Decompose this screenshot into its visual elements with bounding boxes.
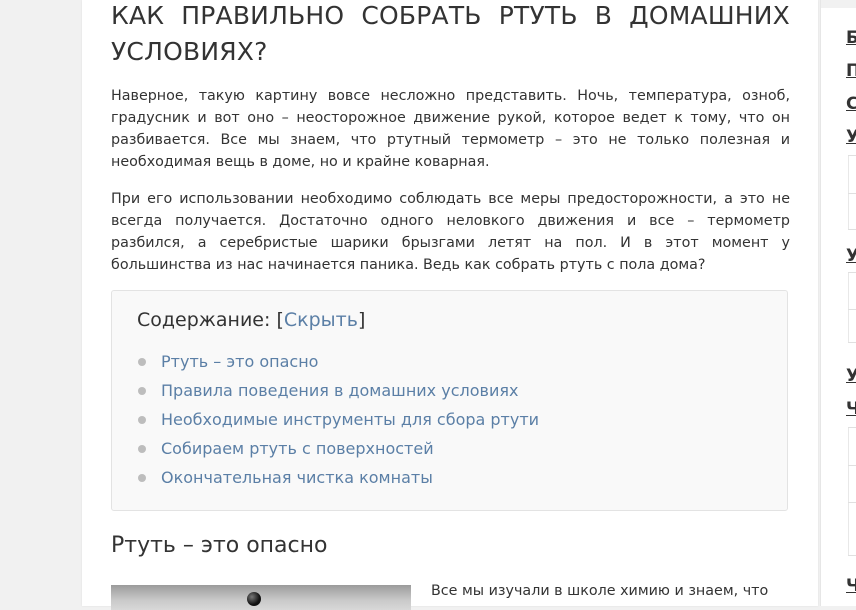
sidebar-divider <box>848 502 856 503</box>
section-paragraph: Все мы изучали в школе химию и знаем, чт… <box>431 583 769 599</box>
sidebar-link-2[interactable]: П <box>846 61 856 81</box>
toc-item-label: Окончательная чистка комнаты <box>161 468 433 487</box>
sidebar-divider <box>848 193 856 194</box>
sidebar-divider <box>848 309 856 310</box>
toc-list: Ртуть – это опасно Правила поведения в д… <box>135 349 539 494</box>
mercury-image <box>111 585 411 610</box>
page-gutter-left <box>0 0 82 606</box>
bullet-icon <box>138 416 146 424</box>
sidebar-link-6[interactable]: У <box>846 366 856 386</box>
toc-item-label: Собираем ртуть с поверхностей <box>161 439 434 458</box>
article-container: КАК ПРАВИЛЬНО СОБРАТЬ РТУТЬ В ДОМАШНИХ У… <box>82 0 818 610</box>
sidebar-divider <box>848 427 856 428</box>
sidebar-divider <box>848 465 856 466</box>
toc-title-label: Содержание: <box>137 309 277 331</box>
intro-paragraph-1: Наверное, такую картину вовсе несложно п… <box>111 88 790 170</box>
toc-hide-toggle[interactable]: Скрыть <box>284 309 358 331</box>
toc-item-collect-surfaces[interactable]: Собираем ртуть с поверхностей <box>135 436 539 465</box>
sidebar-divider <box>848 555 856 556</box>
toc-item-tools[interactable]: Необходимые инструменты для сбора ртути <box>135 407 539 436</box>
toc-item-label: Ртуть – это опасно <box>161 352 319 371</box>
sidebar-top-band <box>821 0 856 8</box>
sidebar-link-5[interactable]: У <box>846 246 856 266</box>
toc-title: Содержание: [Скрыть] <box>137 309 365 331</box>
intro-paragraph-2: При его использовании необходимо соблюда… <box>111 191 790 273</box>
bullet-icon <box>138 474 146 482</box>
bullet-icon <box>138 358 146 366</box>
mercury-drop-icon <box>247 592 261 606</box>
sidebar-link-4[interactable]: У <box>846 127 856 147</box>
sidebar-divider <box>848 272 856 273</box>
sidebar-link-7[interactable]: Ч <box>846 399 856 419</box>
sidebar-link-8[interactable]: Ч <box>846 576 856 596</box>
bullet-icon <box>138 387 146 395</box>
sidebar-link-1[interactable]: Б <box>846 28 856 48</box>
sidebar-divider <box>848 427 849 555</box>
sidebar-divider <box>848 272 849 342</box>
toc-bracket-close: ] <box>357 309 366 331</box>
table-of-contents: Содержание: [Скрыть] Ртуть – это опасно … <box>111 290 788 511</box>
sidebar-link-3[interactable]: С <box>846 94 856 114</box>
article-title: КАК ПРАВИЛЬНО СОБРАТЬ РТУТЬ В ДОМАШНИХ У… <box>111 1 790 66</box>
sidebar-divider <box>848 229 856 230</box>
toc-item-final-cleaning[interactable]: Окончательная чистка комнаты <box>135 465 539 494</box>
bullet-icon <box>138 445 146 453</box>
toc-bracket-open: [ <box>276 309 284 331</box>
sidebar-divider <box>848 155 856 156</box>
sidebar-divider <box>848 342 856 343</box>
section-heading: Ртуть – это опасно <box>111 533 328 558</box>
sidebar: Б П С У У У Ч Ч <box>820 0 856 606</box>
toc-item-home-rules[interactable]: Правила поведения в домашних условиях <box>135 378 539 407</box>
toc-item-mercury-danger[interactable]: Ртуть – это опасно <box>135 349 539 378</box>
toc-item-label: Необходимые инструменты для сбора ртути <box>161 410 540 429</box>
toc-item-label: Правила поведения в домашних условиях <box>161 381 519 400</box>
